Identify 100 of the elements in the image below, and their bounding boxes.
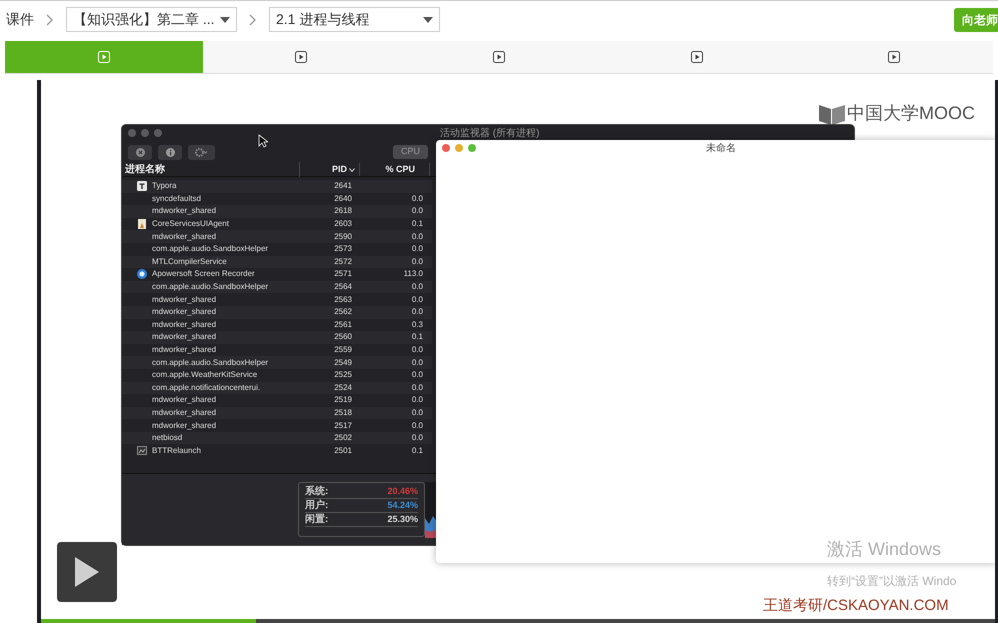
- mooc-logo: 中国大学MOOC: [847, 102, 975, 125]
- close-button[interactable]: [442, 144, 450, 152]
- chevron-icon: [46, 14, 54, 26]
- process-row[interactable]: com.apple.WeatherKitService 2525 0.0: [122, 368, 432, 382]
- play-icon: [492, 51, 505, 63]
- minimize-button[interactable]: [455, 144, 463, 152]
- cursor-icon: [258, 134, 268, 148]
- process-row[interactable]: mdworker_shared 2559 0.0: [122, 344, 432, 356]
- cpu-value: 0.1: [410, 218, 423, 230]
- process-row[interactable]: MTLCompilerService 2572 0.0: [122, 256, 432, 268]
- cpu-value: 0.0: [410, 294, 423, 306]
- process-row[interactable]: mdworker_shared 2518 0.0: [122, 406, 432, 420]
- process-row[interactable]: mdworker_shared 2618 0.0: [122, 205, 432, 218]
- process-name: com.apple.audio.SandboxHelper: [152, 243, 270, 256]
- process-pid: 2561: [333, 318, 352, 331]
- cpu-value: 0.0: [410, 420, 423, 432]
- process-row[interactable]: mdworker_shared 2517 0.0: [122, 419, 432, 432]
- process-name: mdworker_shared: [152, 344, 218, 356]
- process-row[interactable]: netbiosd 2502 0.0: [122, 432, 432, 444]
- close-process-button[interactable]: [128, 144, 152, 160]
- column-header[interactable]: PID: [300, 162, 360, 176]
- chevron-icon: [249, 14, 257, 26]
- cpu-value: 0.1: [410, 331, 423, 344]
- cpu-value: 0.0: [410, 205, 423, 218]
- info-button[interactable]: [158, 144, 182, 160]
- process-row[interactable]: mdworker_shared 2561 0.3: [122, 318, 432, 332]
- process-pid: 2603: [333, 218, 352, 230]
- cpu-value: 0.1: [410, 444, 423, 457]
- cpu-value: 0.0: [410, 344, 423, 356]
- cpu-value: 0.3: [410, 318, 423, 331]
- window-icon: [137, 446, 147, 456]
- play-button[interactable]: [57, 542, 117, 602]
- process-name: netbiosd: [152, 432, 184, 444]
- settings-button[interactable]: [188, 144, 215, 160]
- process-name: MTLCompilerService: [152, 256, 228, 268]
- process-row[interactable]: com.apple.audio.SandboxHelper 2549 0.0: [122, 356, 432, 369]
- cpu-value: 0.0: [410, 306, 423, 318]
- process-pid: 2501: [333, 444, 352, 457]
- process-name: mdworker_shared: [152, 294, 218, 306]
- window-title: 未命名: [706, 142, 736, 156]
- cpu-value: 0.0: [410, 406, 423, 419]
- process-pid: 2519: [333, 394, 352, 406]
- process-row[interactable]: Apowersoft Screen Recorder 2571 113.0: [122, 268, 432, 281]
- activation-hint: 转到“设置”以激活 Windo: [827, 573, 956, 590]
- play-icon: [295, 51, 308, 63]
- process-pid: 2618: [333, 205, 352, 218]
- process-pid: 2517: [333, 420, 352, 432]
- process-pid: 2518: [333, 406, 352, 419]
- cpu-value: 113.0: [402, 268, 423, 280]
- video-watermark: 王道考研/CSKAOYAN.COM: [763, 596, 949, 616]
- zoom-button[interactable]: [468, 144, 476, 152]
- cpu-value: 0.0: [410, 192, 423, 205]
- process-row[interactable]: com.apple.audio.SandboxHelper 2564 0.0: [122, 280, 432, 294]
- process-row[interactable]: mdworker_shared 2519 0.0: [122, 394, 432, 407]
- process-row[interactable]: mdworker_shared 2560 0.1: [122, 331, 432, 344]
- process-name: com.apple.audio.SandboxHelper: [152, 356, 270, 369]
- stat-label: 闲置:: [305, 512, 328, 527]
- process-name: mdworker_shared: [152, 205, 218, 218]
- cpu-value: 0.0: [410, 382, 423, 394]
- play-icon: [690, 51, 703, 63]
- app-icon: [137, 181, 147, 192]
- process-row[interactable]: mdworker_shared 2590 0.0: [122, 230, 432, 243]
- process-name: Typora: [152, 180, 178, 192]
- process-row[interactable]: BTTRelaunch 2501 0.1: [122, 444, 432, 458]
- play-icon: [888, 51, 900, 63]
- process-row[interactable]: CoreServicesUIAgent 2603 0.1: [122, 218, 432, 230]
- process-row[interactable]: Typora 2641: [122, 180, 432, 193]
- sort-chevron-icon: [349, 168, 355, 172]
- process-name: com.apple.notificationcenterui.: [152, 382, 262, 394]
- process-pid: 2572: [333, 256, 352, 268]
- process-pid: 2525: [333, 369, 352, 382]
- process-row[interactable]: syncdefaultsd 2640 0.0: [122, 192, 432, 206]
- chapter-dropdown[interactable]: 【知识强化】第二章 ...: [66, 7, 237, 32]
- book-logo-icon: [819, 102, 845, 124]
- process-name: CoreServicesUIAgent: [152, 218, 230, 230]
- document-icon: [137, 219, 147, 230]
- process-pid: 2571: [333, 268, 352, 280]
- stat-value: 54.24%: [387, 498, 418, 512]
- process-row[interactable]: com.apple.audio.SandboxHelper 2573 0.0: [122, 242, 432, 256]
- cpu-graph-drawing: [425, 482, 437, 538]
- stat-value: 25.30%: [387, 512, 418, 526]
- process-pid: 2559: [333, 344, 352, 356]
- info-icon: [166, 148, 174, 156]
- process-row[interactable]: com.apple.notificationcenterui. 2524 0.0: [122, 382, 432, 394]
- process-name: BTTRelaunch: [152, 444, 202, 457]
- column-header[interactable]: 进程名称: [122, 162, 300, 177]
- section-dropdown[interactable]: 2.1 进程与线程: [269, 7, 440, 32]
- play-icon: [98, 51, 110, 63]
- process-pid: 2562: [333, 306, 352, 318]
- process-row[interactable]: mdworker_shared 2562 0.0: [122, 306, 432, 319]
- cpu-value: 0.0: [410, 281, 423, 294]
- column-header[interactable]: % CPU: [360, 162, 430, 176]
- process-row[interactable]: mdworker_shared 2563 0.0: [122, 293, 432, 306]
- process-name: mdworker_shared: [152, 420, 218, 432]
- breadcrumb-root[interactable]: 课件: [6, 9, 34, 30]
- cpu-value: 0.0: [410, 256, 423, 268]
- cpu-value: 0.0: [410, 230, 423, 243]
- process-pid: 2640: [333, 192, 352, 205]
- process-pid: 2560: [333, 331, 352, 344]
- stop-icon: [136, 148, 144, 156]
